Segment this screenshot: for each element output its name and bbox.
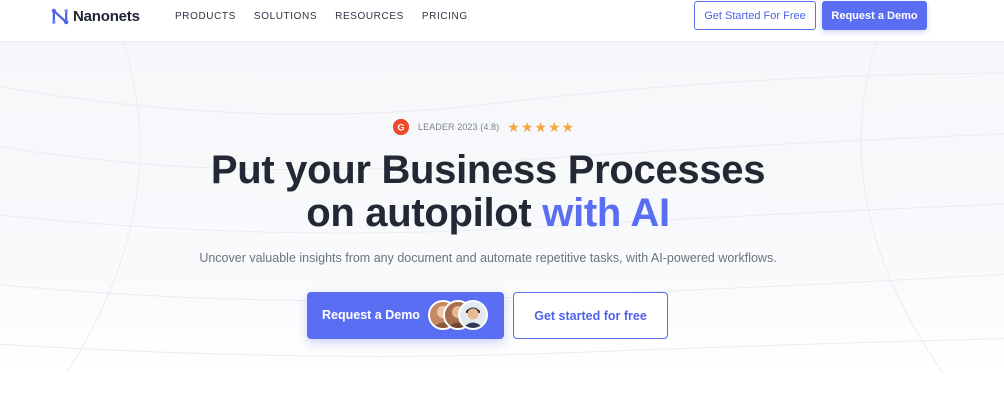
hero-request-demo-button[interactable]: Request a Demo [307,292,504,339]
hero-get-started-button[interactable]: Get started for free [513,292,668,339]
star-icon: ★ [520,119,534,135]
star-icon: ★ [534,119,547,135]
g2-icon: G [392,118,410,136]
g2-leader-badge: G LEADER 2023 (4.8) ★ ★ ★ ★ ★ [392,118,574,136]
badge-text: LEADER 2023 (4.8) [418,122,500,132]
get-started-free-button[interactable]: Get Started For Free [694,1,816,30]
headline-plain: on autopilot [306,191,532,235]
hero-subtext: Uncover valuable insights from any docum… [199,251,777,265]
nav-resources[interactable]: RESOURCES [335,10,404,23]
rating-stars: ★ ★ ★ ★ ★ [507,120,574,134]
nanonets-logo-icon [51,8,69,24]
nav-products[interactable]: PRODUCTS [175,10,236,23]
site-header: Nanonets PRODUCTS SOLUTIONS RESOURCES PR… [0,0,1004,42]
avatar [458,300,488,330]
hero-section: G LEADER 2023 (4.8) ★ ★ ★ ★ ★ Put your B… [0,43,1004,373]
nav-solutions[interactable]: SOLUTIONS [254,10,317,23]
team-avatars [428,300,488,330]
nav-pricing[interactable]: PRICING [422,10,468,23]
headline-line-2: on autopilot with AI [0,192,976,235]
main-nav: PRODUCTS SOLUTIONS RESOURCES PRICING [175,10,468,23]
svg-text:G: G [397,123,404,133]
star-icon: ★ [547,119,561,135]
star-icon: ★ [507,119,520,135]
headline-line-1: Put your Business Processes [210,148,766,192]
star-icon: ★ [561,119,575,135]
logo-text: Nanonets [73,7,140,25]
hero-headline: Put your Business Processes on autopilot… [0,149,976,235]
request-demo-label: Request a Demo [322,308,420,322]
headline-accent: with AI [542,191,670,235]
header-request-demo-button[interactable]: Request a Demo [822,1,927,30]
logo[interactable]: Nanonets [51,6,140,26]
